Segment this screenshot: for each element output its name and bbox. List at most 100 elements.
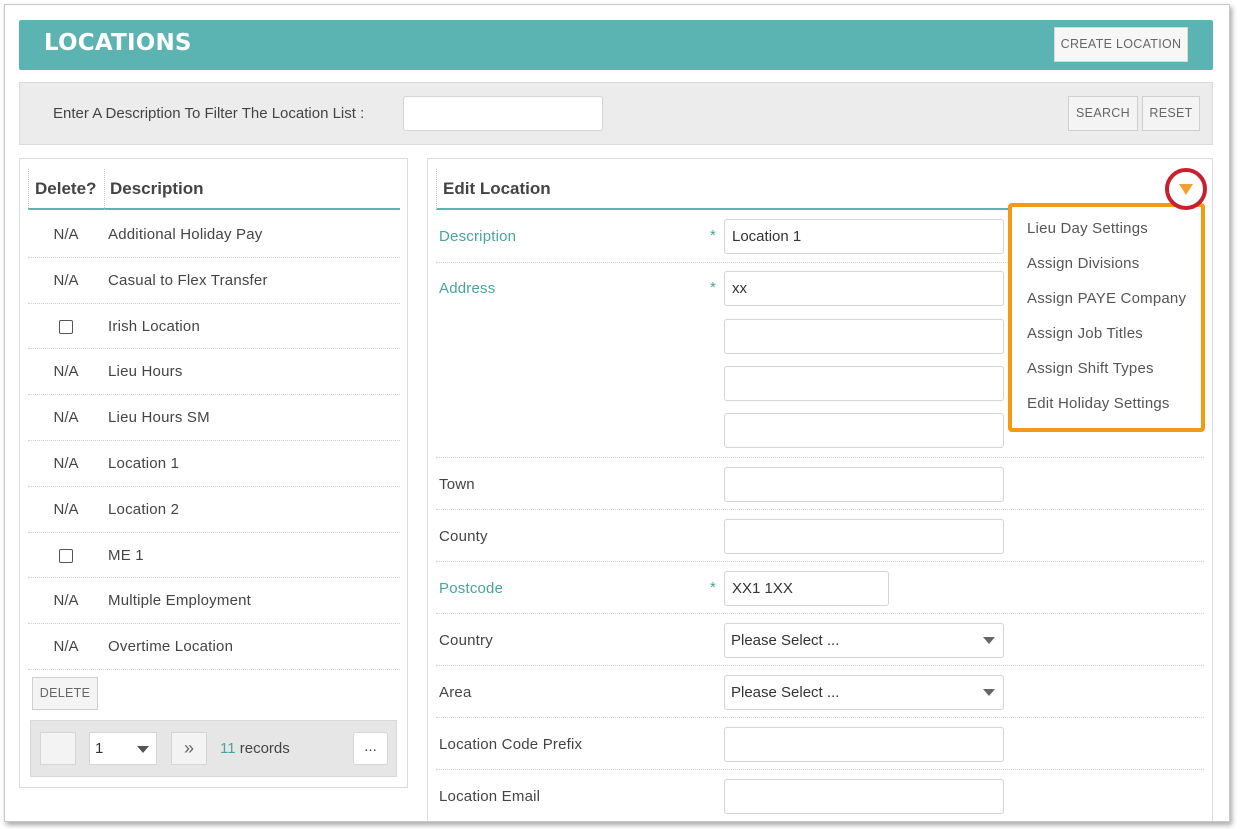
county-row: County <box>436 510 1204 562</box>
town-label: Town <box>439 476 475 493</box>
delete-button[interactable]: DELETE <box>32 677 98 710</box>
table-row[interactable]: N/A Location 2 <box>28 487 400 533</box>
row-description[interactable]: Overtime Location <box>108 638 233 655</box>
app-window: LOCATIONS CREATE LOCATION Enter A Descri… <box>4 4 1230 822</box>
description-field[interactable]: Location 1 <box>724 219 1004 254</box>
row-description[interactable]: Location 1 <box>108 455 179 472</box>
filter-input[interactable] <box>403 96 603 131</box>
menu-item-assign-paye-company[interactable]: Assign PAYE Company <box>1027 290 1186 307</box>
row-description[interactable]: Irish Location <box>108 318 200 335</box>
menu-item-lieu-day-settings[interactable]: Lieu Day Settings <box>1027 220 1148 237</box>
code-prefix-label: Location Code Prefix <box>439 736 583 753</box>
location-actions-menu: Lieu Day Settings Assign Divisions Assig… <box>1008 203 1205 432</box>
address-line4-field[interactable] <box>724 413 1004 448</box>
chevron-down-icon <box>983 689 995 696</box>
column-header-description: Description <box>110 179 204 198</box>
records-number: 11 <box>220 740 236 757</box>
required-marker: * <box>710 279 716 296</box>
page-title: LOCATIONS <box>44 30 192 56</box>
county-field[interactable] <box>724 519 1004 554</box>
row-description[interactable]: Lieu Hours SM <box>108 409 210 426</box>
page-select[interactable]: 1 <box>89 732 157 765</box>
table-row[interactable]: N/A Casual to Flex Transfer <box>28 258 400 304</box>
pagination-bar: 1 » 11 records ... <box>30 720 397 777</box>
location-list-panel: Delete? Description N/A Additional Holid… <box>19 158 408 788</box>
column-header-delete: Delete? <box>35 179 97 198</box>
menu-item-assign-divisions[interactable]: Assign Divisions <box>1027 255 1139 272</box>
search-button[interactable]: SEARCH <box>1068 96 1138 131</box>
address-line2-field[interactable] <box>724 319 1004 354</box>
records-count: 11 records <box>220 740 290 757</box>
postcode-field[interactable]: XX1 1XX <box>724 571 889 606</box>
address-label: Address <box>439 280 496 297</box>
area-row: Area Please Select ... <box>436 666 1204 718</box>
delete-na: N/A <box>53 454 79 472</box>
location-rows: N/A Additional Holiday Pay N/A Casual to… <box>28 212 400 670</box>
code-prefix-row: Location Code Prefix <box>436 718 1204 770</box>
next-page-button[interactable]: » <box>171 732 207 765</box>
table-row[interactable]: N/A Location 1 <box>28 441 400 487</box>
table-row[interactable]: N/A Additional Holiday Pay <box>28 212 400 258</box>
row-description[interactable]: Casual to Flex Transfer <box>108 272 268 289</box>
list-header: Delete? Description <box>28 169 400 210</box>
required-marker: * <box>710 579 716 596</box>
menu-item-assign-shift-types[interactable]: Assign Shift Types <box>1027 360 1154 377</box>
caret-down-icon <box>1179 184 1193 195</box>
create-location-button[interactable]: CREATE LOCATION <box>1054 27 1188 62</box>
row-description[interactable]: Location 2 <box>108 501 179 518</box>
first-page-button[interactable] <box>40 732 76 765</box>
table-row[interactable]: N/A Lieu Hours SM <box>28 395 400 441</box>
reset-button[interactable]: RESET <box>1142 96 1200 131</box>
filter-bar: Enter A Description To Filter The Locati… <box>19 82 1213 145</box>
filter-label: Enter A Description To Filter The Locati… <box>53 105 365 122</box>
description-label: Description <box>439 228 517 245</box>
row-description[interactable]: Additional Holiday Pay <box>108 226 263 243</box>
table-row[interactable]: ME 1 <box>28 533 400 579</box>
required-marker: * <box>710 227 716 244</box>
address-line1-field[interactable]: xx <box>724 271 1004 306</box>
delete-na: N/A <box>53 409 79 427</box>
page-header: LOCATIONS CREATE LOCATION <box>19 20 1213 70</box>
delete-checkbox[interactable] <box>59 319 73 334</box>
delete-na: N/A <box>53 226 79 243</box>
column-divider <box>104 169 105 210</box>
table-row[interactable]: Irish Location <box>28 304 400 350</box>
delete-na: N/A <box>53 638 79 656</box>
table-row[interactable]: N/A Overtime Location <box>28 624 400 670</box>
table-row[interactable]: N/A Lieu Hours <box>28 349 400 396</box>
country-select[interactable]: Please Select ... <box>724 623 1004 658</box>
row-description[interactable]: Lieu Hours <box>108 363 183 380</box>
edit-title: Edit Location <box>443 179 551 198</box>
table-row[interactable]: N/A Multiple Employment <box>28 578 400 625</box>
row-description[interactable]: Multiple Employment <box>108 592 251 609</box>
menu-item-edit-holiday-settings[interactable]: Edit Holiday Settings <box>1027 395 1170 412</box>
country-select-value: Please Select ... <box>731 632 840 649</box>
column-divider <box>28 169 29 210</box>
delete-checkbox[interactable] <box>59 548 73 563</box>
postcode-label: Postcode <box>439 580 504 597</box>
area-select[interactable]: Please Select ... <box>724 675 1004 710</box>
area-label: Area <box>439 684 472 701</box>
email-label: Location Email <box>439 788 541 805</box>
delete-na: N/A <box>53 363 79 381</box>
delete-na: N/A <box>53 271 79 289</box>
more-options-button[interactable]: ... <box>353 732 388 765</box>
chevron-down-icon <box>137 746 149 753</box>
code-prefix-field[interactable] <box>724 727 1004 762</box>
chevron-down-icon <box>983 637 995 644</box>
postcode-row: Postcode * XX1 1XX <box>436 562 1204 614</box>
area-select-value: Please Select ... <box>731 684 840 701</box>
town-field[interactable] <box>724 467 1004 502</box>
menu-item-assign-job-titles[interactable]: Assign Job Titles <box>1027 325 1143 342</box>
menu-toggle-button[interactable] <box>1165 168 1207 210</box>
country-label: Country <box>439 632 493 649</box>
delete-na: N/A <box>53 592 79 610</box>
email-field[interactable] <box>724 779 1004 814</box>
town-row: Town <box>436 458 1204 510</box>
country-row: Country Please Select ... <box>436 614 1204 666</box>
records-label: records <box>239 740 290 757</box>
address-line3-field[interactable] <box>724 366 1004 401</box>
email-row: Location Email <box>436 770 1204 821</box>
row-description[interactable]: ME 1 <box>108 547 144 564</box>
page-select-value: 1 <box>95 740 104 757</box>
